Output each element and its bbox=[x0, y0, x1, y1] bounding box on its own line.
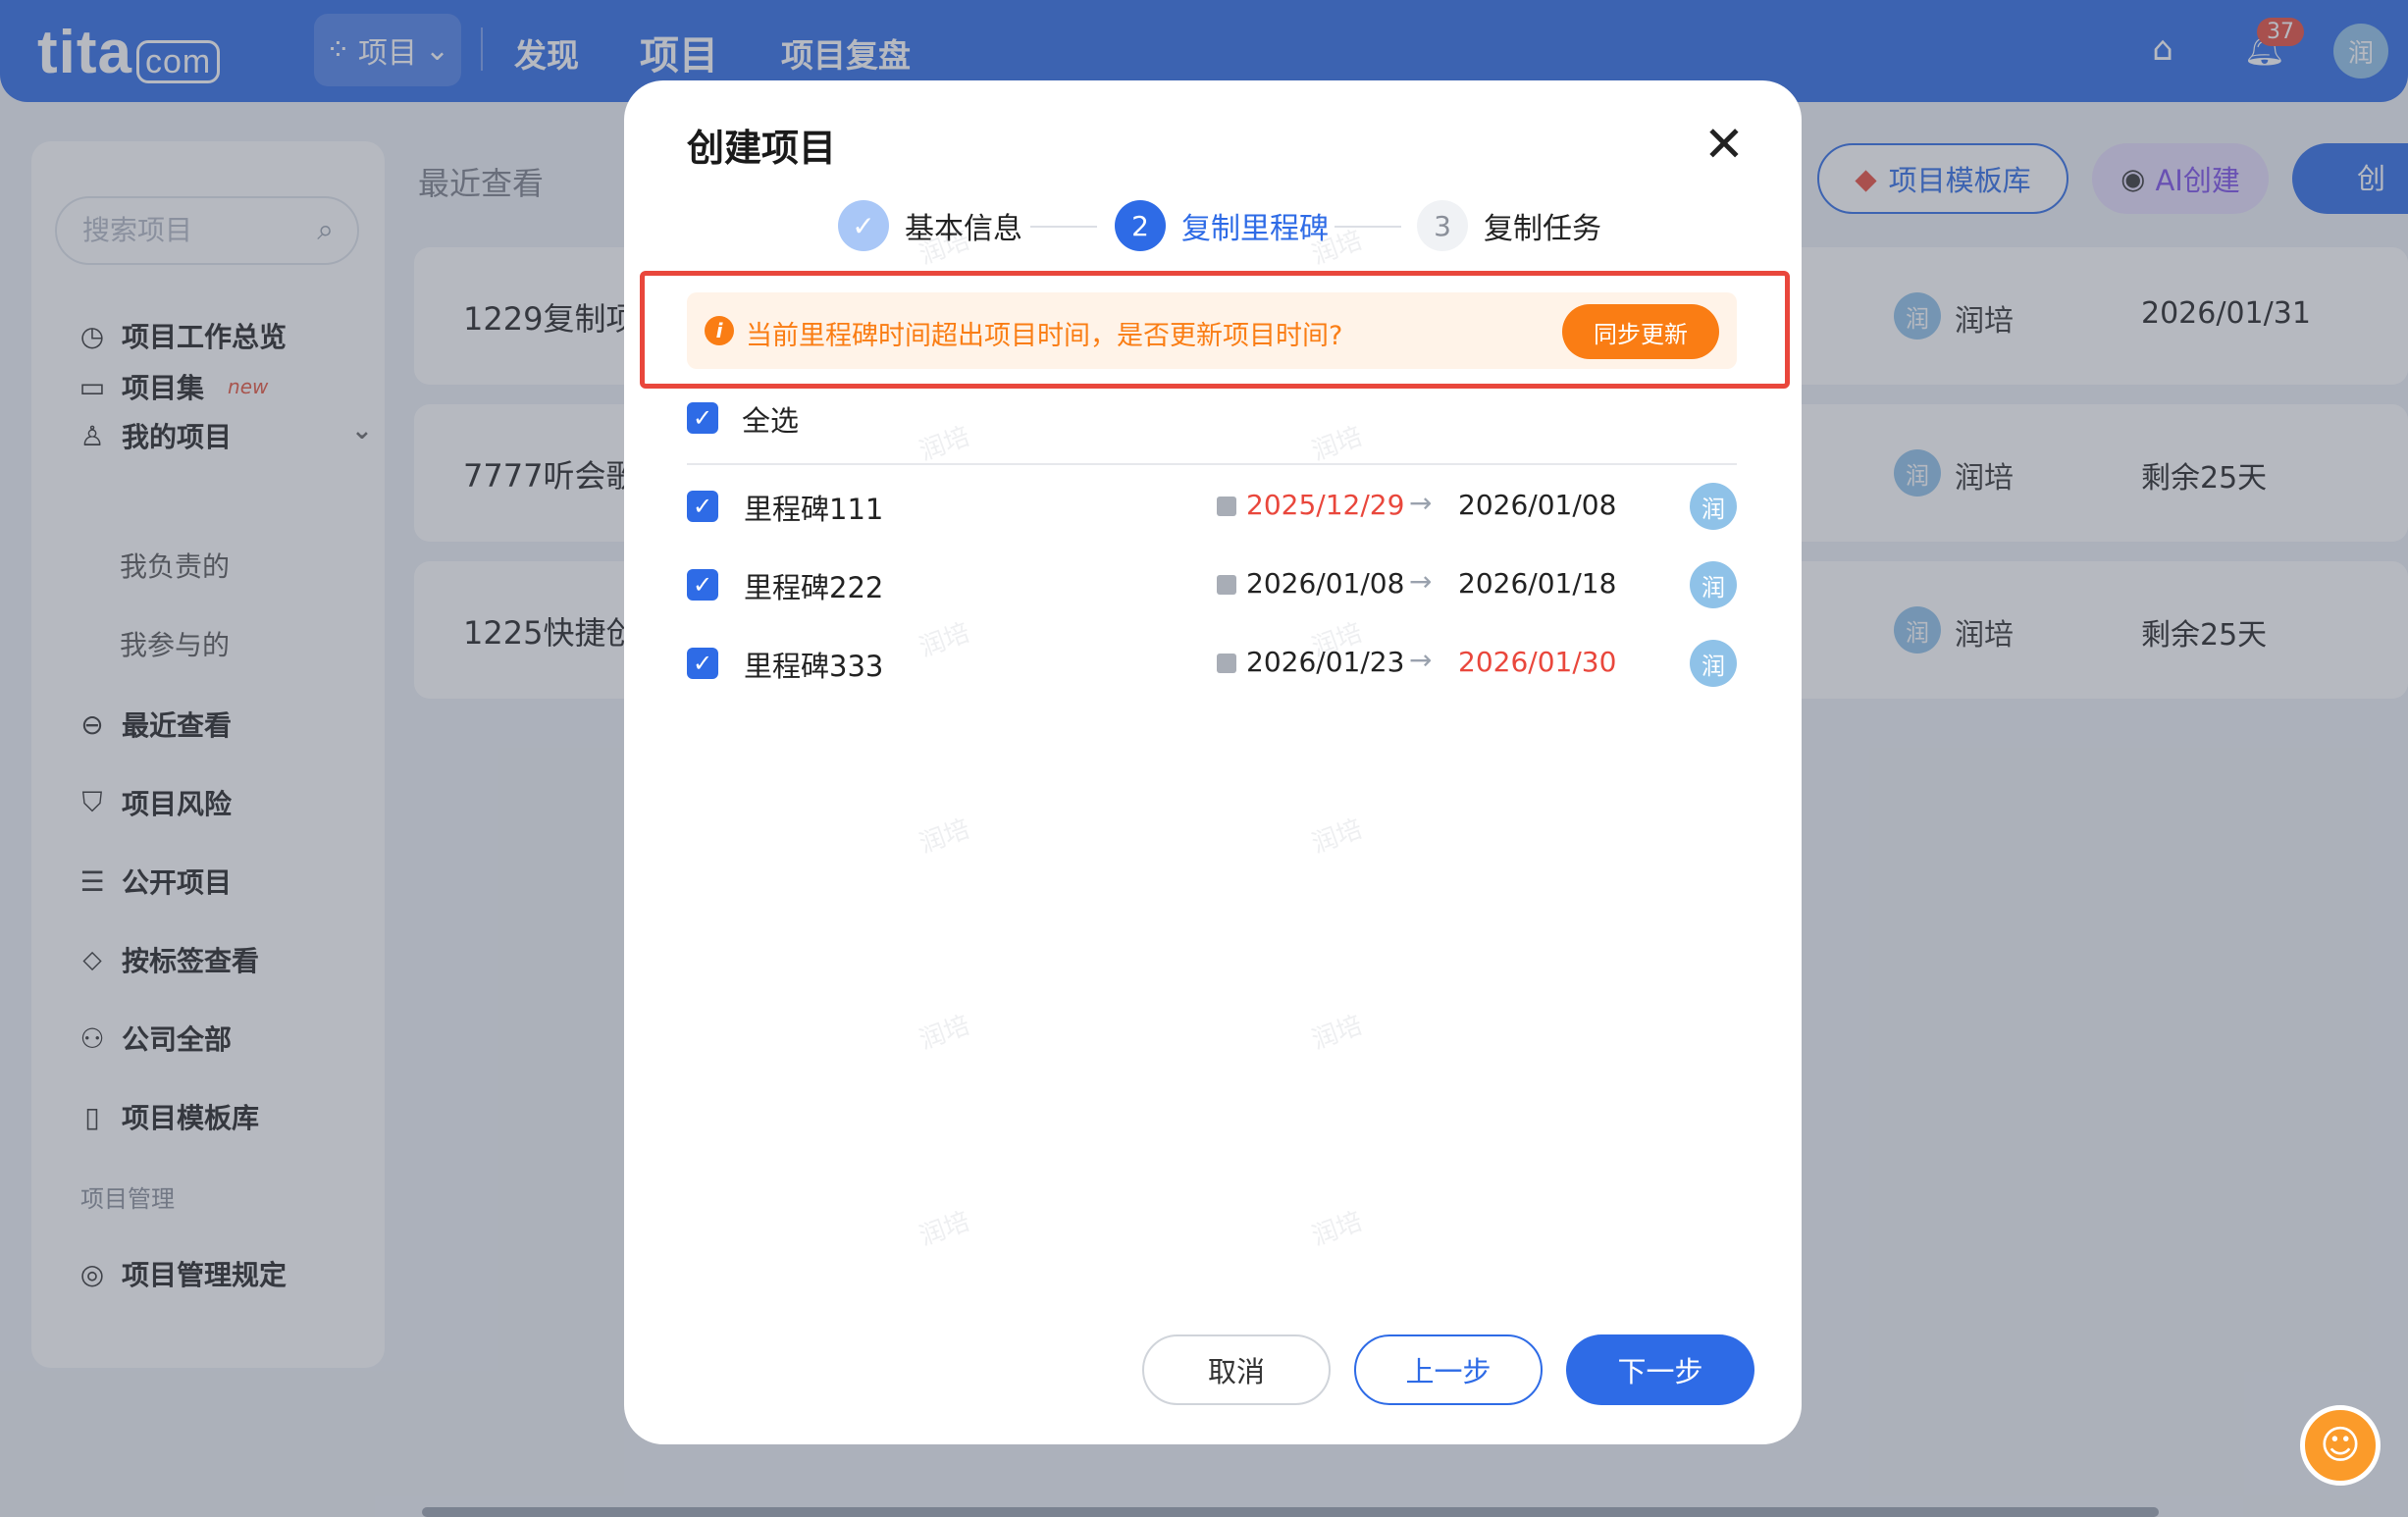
arrow-right-icon: → bbox=[1409, 644, 1433, 676]
milestone-end-date[interactable]: 2026/01/30 bbox=[1458, 646, 1616, 678]
milestone-checkbox[interactable]: ✓ bbox=[687, 569, 718, 601]
avatar[interactable]: 润 bbox=[1690, 483, 1737, 530]
next-step-button[interactable]: 下一步 bbox=[1566, 1334, 1754, 1405]
arrow-right-icon: → bbox=[1409, 487, 1433, 519]
watermark: 润培 bbox=[916, 813, 974, 860]
calendar-icon bbox=[1217, 654, 1236, 673]
avatar[interactable]: 润 bbox=[1690, 561, 1737, 608]
calendar-icon bbox=[1217, 497, 1236, 516]
select-all-label: 全选 bbox=[742, 404, 800, 438]
milestone-name: 里程碑111 bbox=[744, 493, 884, 526]
watermark: 润培 bbox=[1308, 1010, 1367, 1056]
milestone-start-date[interactable]: 2026/01/08 bbox=[1246, 567, 1404, 600]
step-copy-milestones[interactable]: 2 复制里程碑 bbox=[1115, 200, 1329, 251]
select-all-checkbox[interactable]: ✓ bbox=[687, 402, 718, 434]
step-number: 2 bbox=[1115, 200, 1166, 251]
warning-banner: i 当前里程碑时间超出项目时间，是否更新项目时间? 同步更新 bbox=[687, 292, 1737, 369]
milestone-end-date[interactable]: 2026/01/08 bbox=[1458, 489, 1616, 521]
milestone-checkbox[interactable]: ✓ bbox=[687, 648, 718, 679]
check-icon: ✓ bbox=[838, 200, 889, 251]
watermark: 润培 bbox=[1308, 421, 1367, 467]
milestone-start-date[interactable]: 2025/12/29 bbox=[1246, 489, 1404, 521]
watermark: 润培 bbox=[1308, 1206, 1367, 1252]
previous-step-button[interactable]: 上一步 bbox=[1354, 1334, 1543, 1405]
avatar[interactable]: 润 bbox=[1690, 640, 1737, 687]
step-number: 3 bbox=[1417, 200, 1468, 251]
step-connector bbox=[1030, 226, 1097, 228]
watermark: 润培 bbox=[916, 617, 974, 663]
watermark: 润培 bbox=[916, 1206, 974, 1252]
dialog-title: 创建项目 bbox=[687, 127, 837, 170]
arrow-right-icon: → bbox=[1409, 565, 1433, 598]
sync-update-button[interactable]: 同步更新 bbox=[1562, 304, 1719, 359]
watermark: 润培 bbox=[1308, 813, 1367, 860]
step-copy-tasks[interactable]: 3 复制任务 bbox=[1417, 200, 1601, 251]
create-project-dialog: 创建项目 ✕ ✓ 基本信息 2 复制里程碑 3 复制任务 i 当前里程碑时间超出… bbox=[624, 80, 1802, 1444]
milestone-checkbox[interactable]: ✓ bbox=[687, 491, 718, 522]
cancel-button[interactable]: 取消 bbox=[1142, 1334, 1331, 1405]
info-icon: i bbox=[705, 316, 734, 345]
warning-text: 当前里程碑时间超出项目时间，是否更新项目时间? bbox=[746, 321, 1343, 351]
watermark: 润培 bbox=[916, 421, 974, 467]
milestone-end-date[interactable]: 2026/01/18 bbox=[1458, 567, 1616, 600]
divider bbox=[687, 463, 1737, 465]
watermark: 润培 bbox=[916, 1010, 974, 1056]
milestone-name: 里程碑222 bbox=[744, 571, 884, 604]
close-icon[interactable]: ✕ bbox=[1700, 120, 1749, 169]
calendar-icon bbox=[1217, 575, 1236, 595]
support-icon[interactable]: ☺ bbox=[2300, 1405, 2381, 1486]
milestone-name: 里程碑333 bbox=[744, 650, 884, 683]
